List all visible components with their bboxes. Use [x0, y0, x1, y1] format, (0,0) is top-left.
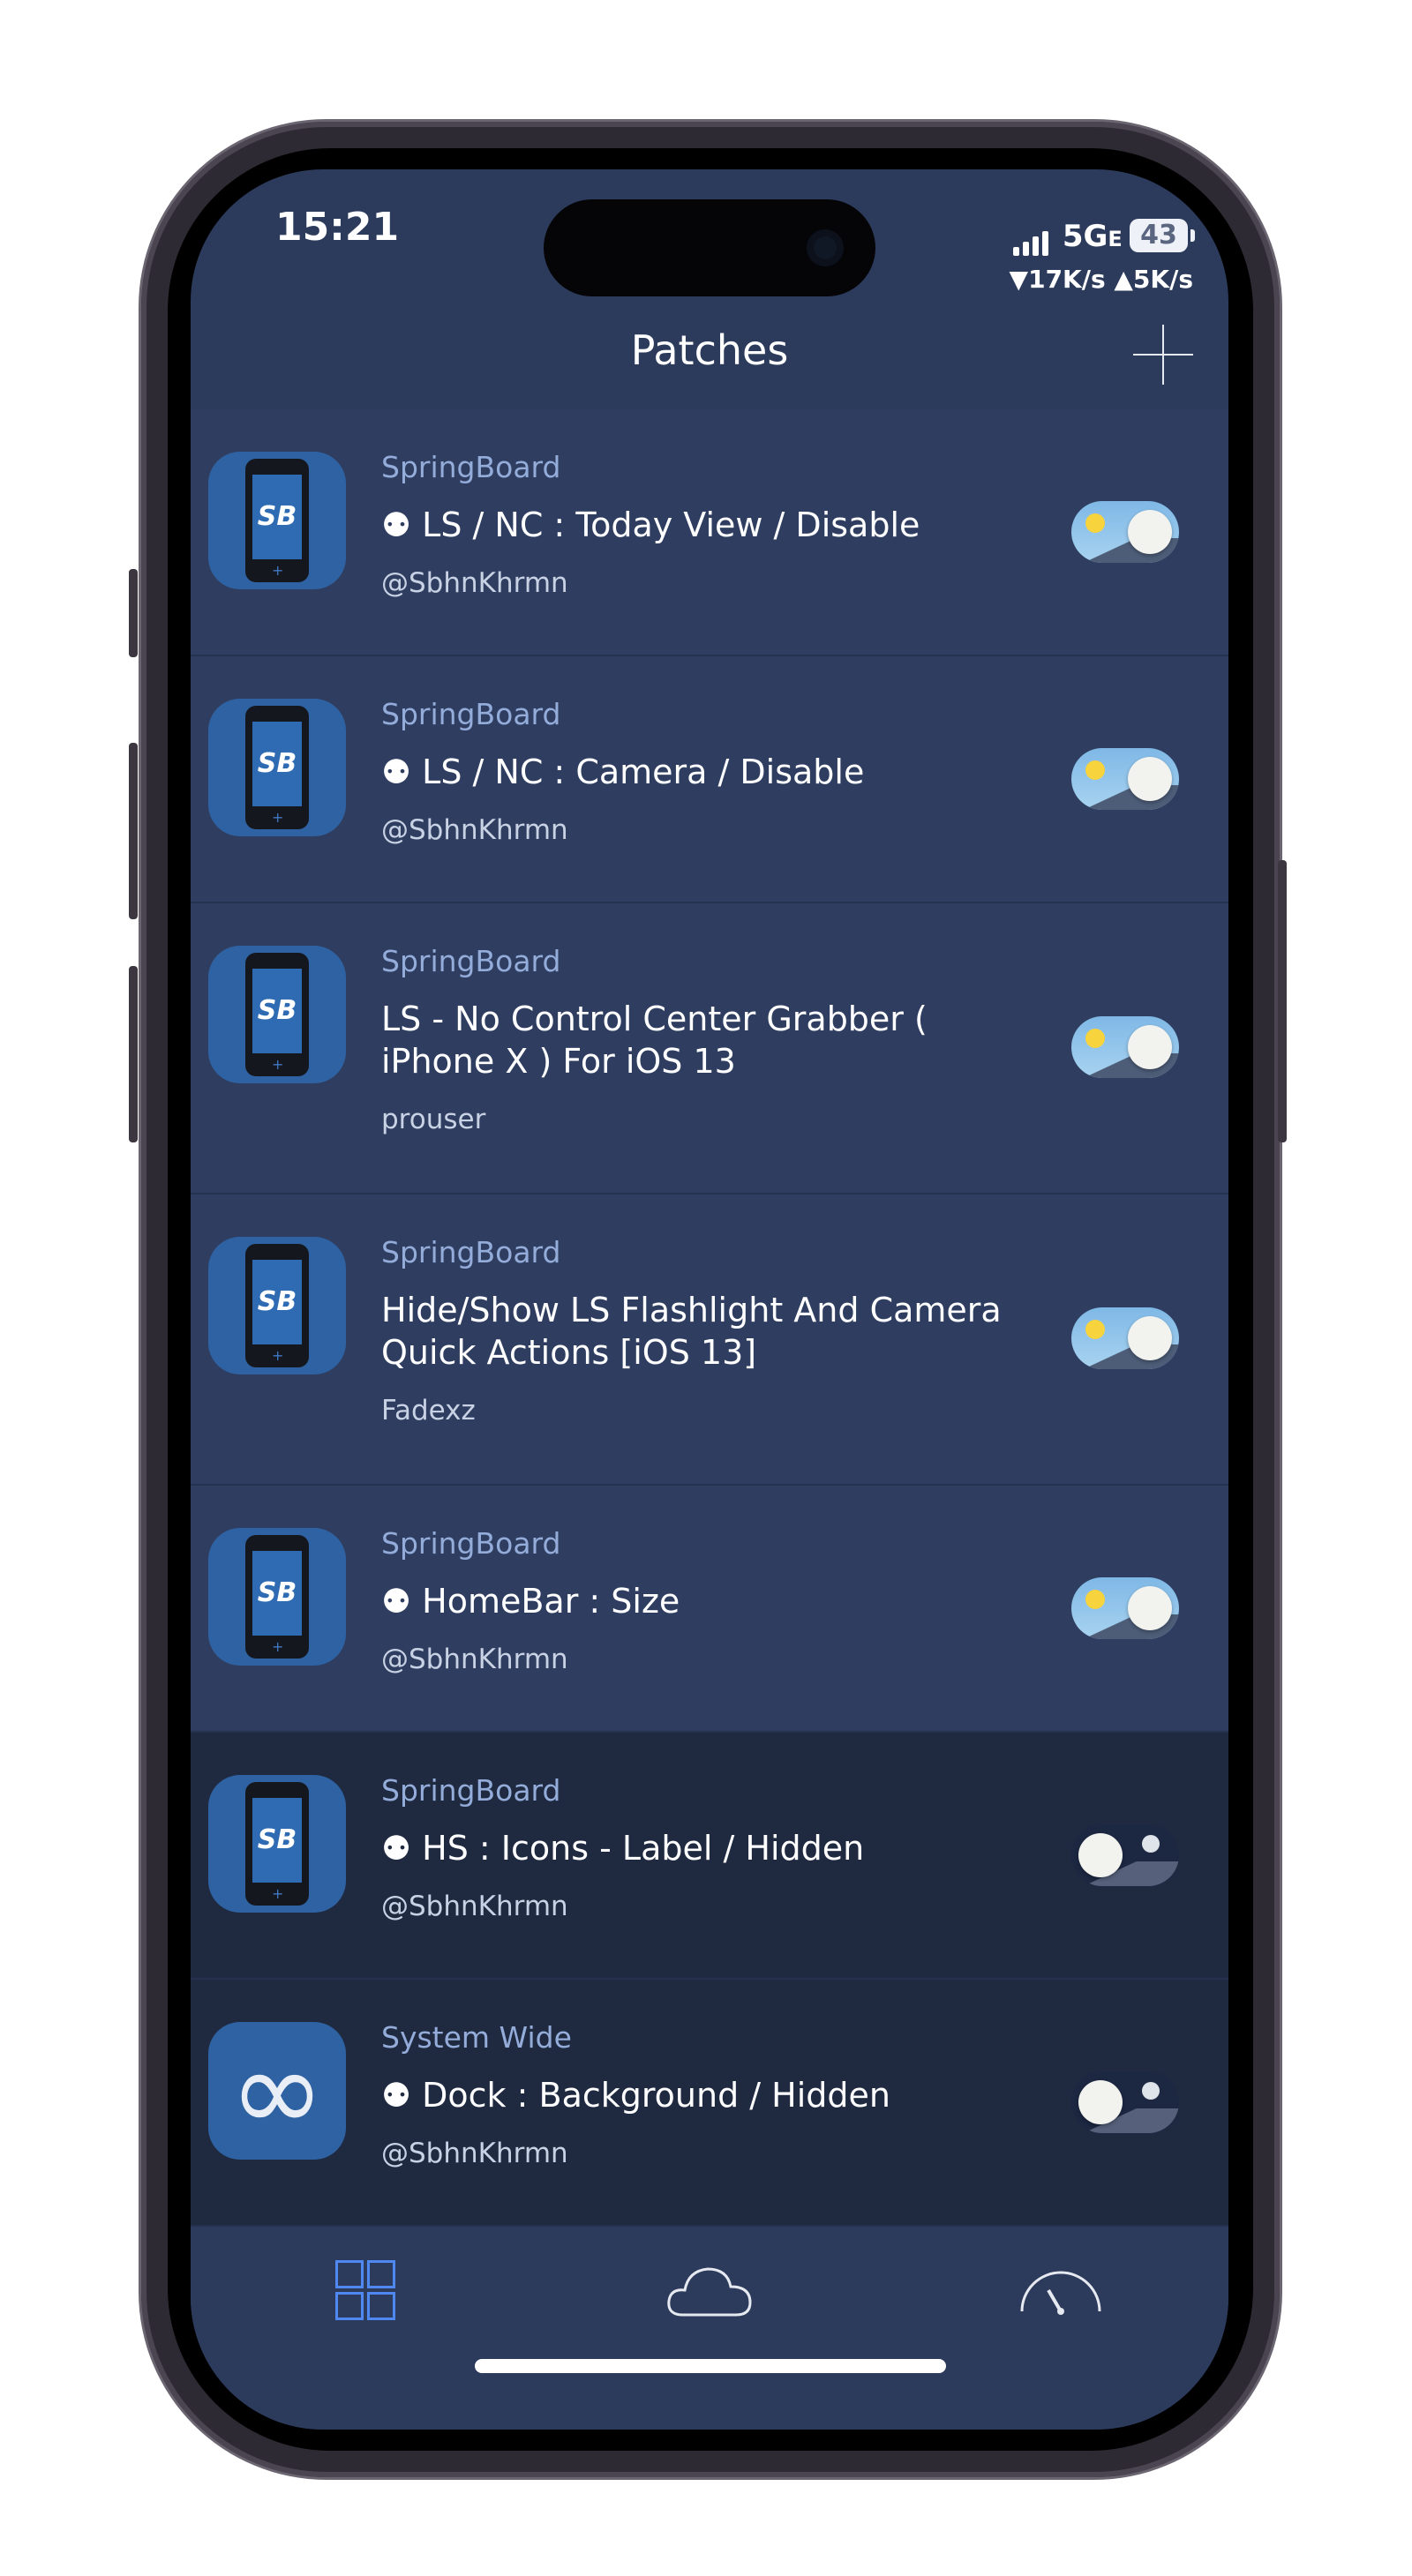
battery-icon: 43: [1130, 219, 1188, 252]
patch-author: Fadexz: [381, 1395, 476, 1427]
nav-bar: Patches: [191, 311, 1228, 409]
patch-toggle[interactable]: [1071, 1307, 1179, 1369]
springboard-app-icon: SB +: [208, 1528, 346, 1666]
patch-name: ⚉ LS / NC : Today View / Disable: [381, 505, 920, 544]
patch-row[interactable]: SB + SpringBoard Hide/Show LS Flashlight …: [191, 1194, 1228, 1486]
grid-icon[interactable]: [325, 2260, 413, 2331]
battery-tip: [1190, 229, 1195, 242]
volume-down-button: [129, 966, 138, 1142]
patch-author: @SbhnKhrmn: [381, 1644, 568, 1675]
patch-row[interactable]: SB + SpringBoard LS - No Control Center G…: [191, 903, 1228, 1194]
patch-category: SpringBoard: [381, 1773, 561, 1808]
patch-category: SpringBoard: [381, 944, 561, 978]
app-screen: 15:21 5GE 43 ▼17K/s ▲5K/s Patches SB + Sp…: [191, 169, 1228, 2430]
patch-row[interactable]: SB + SpringBoard ⚉ HS : Icons - Label / H…: [191, 1733, 1228, 1980]
patch-name: ⚉ Dock : Background / Hidden: [381, 2076, 891, 2115]
patch-toggle[interactable]: [1071, 2071, 1179, 2133]
patch-name: Hide/Show LS Flashlight And Camera Quick…: [381, 1291, 1002, 1372]
patch-category: SpringBoard: [381, 450, 561, 484]
camera-icon: [807, 229, 844, 266]
patch-category: System Wide: [381, 2020, 572, 2055]
patch-row[interactable]: SB + SpringBoard ⚉ LS / NC : Today View /…: [191, 409, 1228, 656]
patch-row[interactable]: ∞ System Wide ⚉ Dock : Background / Hidd…: [191, 1980, 1228, 2227]
power-button: [1278, 860, 1287, 1142]
network-sub: E: [1108, 227, 1123, 251]
patch-row[interactable]: SB + SpringBoard ⚉ HomeBar : Size @SbhnKh…: [191, 1486, 1228, 1733]
patch-author: @SbhnKhrmn: [381, 1891, 568, 1922]
patch-category: SpringBoard: [381, 1526, 561, 1561]
network-type: 5G: [1062, 219, 1108, 254]
patch-name: ⚉ HS : Icons - Label / Hidden: [381, 1829, 865, 1868]
patch-toggle[interactable]: [1071, 1824, 1179, 1886]
signal-bars-icon: [1013, 221, 1052, 256]
patch-author: prouser: [381, 1104, 486, 1135]
patch-category: SpringBoard: [381, 1235, 561, 1269]
patch-author: @SbhnKhrmn: [381, 2138, 568, 2169]
springboard-app-icon: SB +: [208, 699, 346, 836]
patch-name: ⚉ LS / NC : Camera / Disable: [381, 753, 865, 791]
patch-name: LS - No Control Center Grabber ( iPhone …: [381, 1000, 928, 1081]
system-wide-app-icon: ∞: [208, 2022, 346, 2160]
infinity-icon: ∞: [229, 2024, 326, 2158]
status-bar: 15:21 5GE 43 ▼17K/s ▲5K/s: [191, 169, 1228, 311]
signal-indicator: 5GE: [1013, 219, 1123, 256]
patch-name: ⚉ HomeBar : Size: [381, 1582, 680, 1621]
patch-toggle[interactable]: [1071, 501, 1179, 563]
patch-toggle[interactable]: [1071, 1016, 1179, 1078]
dynamic-island: [544, 199, 875, 296]
patch-category: SpringBoard: [381, 697, 561, 731]
patch-row[interactable]: SB + SpringBoard ⚉ LS / NC : Camera / Dis…: [191, 656, 1228, 903]
home-indicator[interactable]: [475, 2359, 946, 2373]
cloud-icon[interactable]: [665, 2260, 754, 2331]
patch-toggle[interactable]: [1071, 1577, 1179, 1639]
gauge-icon[interactable]: [1017, 2260, 1105, 2331]
springboard-app-icon: SB +: [208, 1237, 346, 1374]
springboard-app-icon: SB +: [208, 452, 346, 589]
volume-up-button: [129, 743, 138, 919]
status-time: 15:21: [275, 205, 400, 250]
patch-author: @SbhnKhrmn: [381, 814, 568, 846]
patch-list: SB + SpringBoard ⚉ LS / NC : Today View /…: [191, 409, 1228, 2227]
springboard-app-icon: SB +: [208, 946, 346, 1083]
page-title: Patches: [630, 326, 789, 374]
tab-bar: [191, 2234, 1228, 2430]
patch-author: @SbhnKhrmn: [381, 567, 568, 599]
action-button: [129, 569, 138, 657]
network-speed: ▼17K/s ▲5K/s: [1009, 265, 1193, 294]
patch-toggle[interactable]: [1071, 748, 1179, 810]
plus-icon[interactable]: [1133, 325, 1193, 385]
springboard-app-icon: SB +: [208, 1775, 346, 1913]
